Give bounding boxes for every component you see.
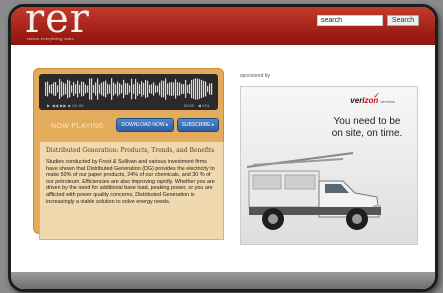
download-button[interactable]: DOWNLOAD NOW ▸ (117, 119, 173, 131)
playback-time: 00:00 (183, 103, 194, 108)
episode-description: Studies conducted by Frost & Sullivan an… (46, 159, 215, 205)
brand-highlight: zon (364, 96, 379, 105)
subscribe-button[interactable]: SUBSCRIBE ▸ (178, 119, 218, 131)
site-logo[interactable]: rer (25, 7, 90, 39)
footer-band (11, 272, 435, 289)
sponsored-label: sponsored by (240, 73, 271, 79)
search-input[interactable] (317, 15, 383, 26)
playback-controls[interactable]: ▶ ◀◀ ▶▶ ■ 00:00 (47, 103, 84, 108)
brand-suffix: wireless (380, 99, 395, 104)
volume-control[interactable]: ◀ VOL (198, 103, 210, 108)
site-tagline: renew everything radio (27, 36, 75, 41)
audio-player: ▶ ◀◀ ▶▶ ■ 00:00 00:00 ◀ VOL NOW PLAYING … (33, 68, 224, 240)
waveform-graphic (45, 78, 213, 100)
browser-frame: rer renew everything radio Search ▶ ◀◀ ▶… (8, 4, 438, 292)
site-header: rer renew everything radio Search (11, 7, 435, 45)
ad-brand-logo: verizon wireless (350, 96, 395, 105)
brand-prefix: veri (350, 96, 365, 105)
episode-description-box: Distributed Generation: Products, Trends… (39, 141, 224, 240)
truck-icon (246, 152, 381, 230)
episode-title: Distributed Generation: Products, Trends… (46, 147, 215, 154)
sponsor-ad[interactable]: ✓ verizon wireless You need to be on sit… (240, 86, 418, 245)
search-button[interactable]: Search (387, 15, 419, 26)
now-playing-label: NOW PLAYING (51, 123, 105, 130)
waveform-display: ▶ ◀◀ ▶▶ ■ 00:00 00:00 ◀ VOL (39, 74, 218, 110)
